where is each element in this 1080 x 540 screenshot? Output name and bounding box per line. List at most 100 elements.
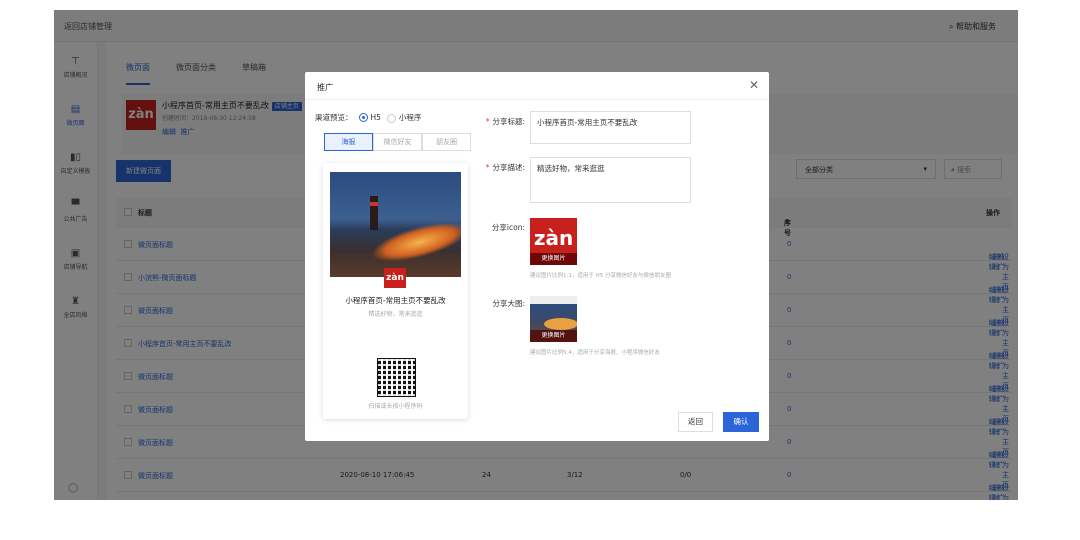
sidebar-item-ads[interactable]: ▀ 公共广告 bbox=[54, 186, 97, 234]
page-icon: ▤ bbox=[70, 104, 81, 115]
change-image-button[interactable]: 更换图片 bbox=[530, 253, 577, 265]
radio-label: 小程序 bbox=[398, 113, 422, 122]
top-bar: 返回店铺管理 ⌕ 帮助和服务 bbox=[54, 10, 1018, 42]
sidebar-label: 店铺导航 bbox=[63, 264, 88, 271]
sidebar-item-micropage[interactable]: ▤ 微页面 bbox=[54, 90, 97, 138]
tab-category[interactable]: 微页面分类 bbox=[176, 62, 216, 85]
zan-logo: zàn bbox=[384, 268, 406, 288]
row-title-link[interactable]: 微页面标题 bbox=[138, 438, 173, 448]
category-value: 全部分类 bbox=[805, 166, 833, 174]
row-title-link[interactable]: 微页面标题 bbox=[138, 240, 173, 250]
nav-icon: ▣ bbox=[70, 248, 81, 259]
row-seq[interactable]: 0 bbox=[787, 339, 791, 347]
label-text: 分享标题: bbox=[492, 117, 525, 126]
row-actions: 编辑 删除 推广 设为主页 bbox=[989, 405, 1009, 456]
tab-poster[interactable]: 海报 bbox=[324, 133, 373, 151]
brush-icon: ⊤ bbox=[71, 56, 80, 67]
row-visits: 24 bbox=[482, 471, 491, 479]
help-service-link[interactable]: ⌕ 帮助和服务 bbox=[949, 21, 996, 32]
row-actions: 编辑 删除 推广 设为主页 bbox=[989, 273, 1009, 324]
sidebar-label: 公共广告 bbox=[63, 216, 88, 223]
radio-miniprogram[interactable]: 小程序 bbox=[386, 112, 422, 123]
row-checkbox[interactable] bbox=[124, 273, 132, 283]
billboard-icon: ▀ bbox=[71, 200, 80, 211]
row-checkbox[interactable] bbox=[124, 240, 132, 250]
preview-tabs: 海报 微信好友 朋友圈 bbox=[324, 133, 471, 151]
poster-preview: zàn 小程序首页-常用主页不要乱改 精选好物，常来逛逛 扫描或长按小程序码 bbox=[323, 163, 468, 419]
row-checkbox[interactable] bbox=[124, 471, 132, 481]
row-seq[interactable]: 0 bbox=[787, 405, 791, 413]
template-icon: ▮▯ bbox=[69, 152, 81, 163]
row-checkbox[interactable] bbox=[124, 306, 132, 316]
cancel-button[interactable]: 返回 bbox=[678, 412, 713, 432]
shirt-icon: ♜ bbox=[71, 296, 80, 307]
row-checkbox[interactable] bbox=[124, 405, 132, 415]
row-seq[interactable]: 0 bbox=[787, 273, 791, 281]
share-desc-input[interactable]: 精选好物，常来逛逛 bbox=[530, 157, 691, 203]
select-all-checkbox[interactable] bbox=[124, 208, 132, 218]
zan-logo: zàn bbox=[533, 226, 574, 250]
sidebar-item-overview[interactable]: ⊤ 店铺概况 bbox=[54, 42, 97, 90]
poster-image bbox=[330, 172, 461, 277]
sidebar-label: 全店风格 bbox=[63, 312, 88, 319]
row-title-link[interactable]: 微页面标题 bbox=[138, 306, 173, 316]
sidebar-item-style[interactable]: ♜ 全店风格 bbox=[54, 282, 97, 330]
tab-moments[interactable]: 朋友圈 bbox=[422, 133, 471, 151]
channel-preview: 渠道预览： H5 小程序 bbox=[315, 112, 421, 123]
big-hint: 建议图片比例5:4，适用于分享海报、小程序微信好友 bbox=[530, 350, 660, 356]
row-title-link[interactable]: 小浣熊-微页面标题 bbox=[138, 273, 197, 283]
tab-wechat-friend[interactable]: 微信好友 bbox=[373, 133, 422, 151]
search-icon[interactable]: ○ bbox=[68, 480, 78, 494]
row-title-link[interactable]: 微页面标题 bbox=[138, 471, 173, 481]
edit-link[interactable]: 编辑 bbox=[162, 128, 176, 136]
share-icon-label: 分享icon: bbox=[491, 223, 525, 232]
sidebar-item-template[interactable]: ▮▯ 自定义模板 bbox=[54, 138, 97, 186]
row-actions: 编辑 删除 推广 设为主页 bbox=[989, 240, 1009, 291]
share-icon-image[interactable]: zàn 更换图片 bbox=[530, 218, 577, 265]
row-seq[interactable]: 0 bbox=[787, 306, 791, 314]
row-checkbox[interactable] bbox=[124, 438, 132, 448]
back-to-shop-link[interactable]: 返回店铺管理 bbox=[64, 21, 112, 32]
row-actions: 编辑 删除 推广 设为主页 bbox=[989, 339, 1009, 390]
row-title-link[interactable]: 微页面标题 bbox=[138, 372, 173, 382]
share-big-image[interactable]: 更换图片 bbox=[530, 296, 577, 342]
share-desc-label: * 分享描述: bbox=[485, 163, 525, 172]
home-card-actions: 编辑 推广 bbox=[162, 127, 194, 137]
col-title: 标题 bbox=[138, 209, 152, 217]
sidebar-item-nav[interactable]: ▣ 店铺导航 bbox=[54, 234, 97, 282]
row-count: 3/12 bbox=[567, 471, 583, 479]
qr-hint: 扫描或长按小程序码 bbox=[368, 403, 423, 410]
search-input[interactable]: ⌕ 搜索 bbox=[944, 159, 1002, 179]
search-placeholder: 搜索 bbox=[957, 166, 972, 174]
help-label: 帮助和服务 bbox=[956, 22, 996, 31]
row-checkbox[interactable] bbox=[124, 339, 132, 349]
close-icon[interactable]: ✕ bbox=[749, 78, 759, 92]
share-title-input[interactable]: 小程序首页-常用主页不要乱改 bbox=[530, 111, 691, 144]
row-checkbox[interactable] bbox=[124, 372, 132, 382]
tab-micropage[interactable]: 微页面 bbox=[126, 62, 150, 85]
row-seq[interactable]: 0 bbox=[787, 471, 791, 479]
promote-dialog: 推广 ✕ 渠道预览： H5 小程序 海报 微信好友 朋友圈 zàn 小程序首页-… bbox=[305, 72, 769, 441]
category-select[interactable]: 全部分类 ▾ bbox=[796, 159, 936, 179]
confirm-button[interactable]: 确认 bbox=[723, 412, 759, 432]
row-title-link[interactable]: 小程序首页-常用主页不要乱改 bbox=[138, 339, 232, 349]
row-actions: 编辑 删除 推广 设为主页 bbox=[989, 372, 1009, 423]
tabs: 微页面 微页面分类 草稿箱 bbox=[126, 62, 266, 85]
row-title-link[interactable]: 微页面标题 bbox=[138, 405, 173, 415]
tab-drafts[interactable]: 草稿箱 bbox=[242, 62, 266, 85]
icon-hint: 建议图片比例1:1，适用于 H5 分享微信好友与微信朋友圈 bbox=[530, 273, 671, 279]
change-image-button[interactable]: 更换图片 bbox=[530, 330, 577, 342]
table-row: 微页面标题 2020-08-10 17:06:45 24 3/12 0/0 0 编辑… bbox=[116, 459, 1012, 500]
row-seq[interactable]: 0 bbox=[787, 240, 791, 248]
search-icon: ⌕ bbox=[951, 166, 955, 174]
new-micropage-button[interactable]: 新建微页面 bbox=[116, 160, 171, 182]
label-text: 分享描述: bbox=[492, 163, 525, 172]
row-seq[interactable]: 0 bbox=[787, 438, 791, 446]
set-home-link[interactable]: 设为主页 bbox=[1002, 483, 1009, 500]
radio-h5[interactable]: H5 bbox=[358, 113, 381, 123]
row-ratio: 0/0 bbox=[680, 471, 692, 479]
row-seq[interactable]: 0 bbox=[787, 372, 791, 380]
sidebar-label: 自定义模板 bbox=[60, 168, 91, 175]
promote-link[interactable]: 推广 bbox=[180, 128, 194, 136]
dialog-title: 推广 bbox=[305, 72, 769, 100]
